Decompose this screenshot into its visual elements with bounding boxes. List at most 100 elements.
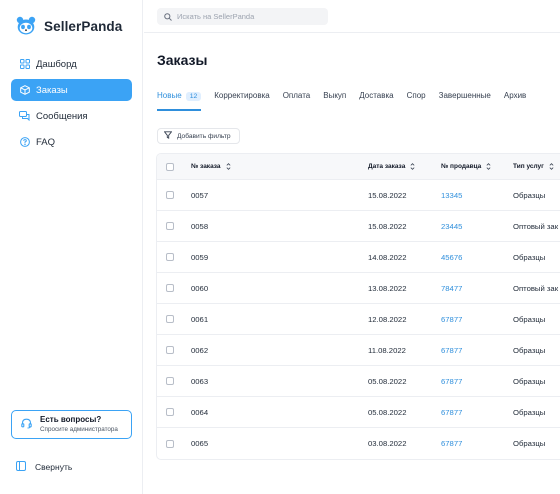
- table-row[interactable]: 0060 13.08.2022 78477 Оптовый зак: [157, 273, 560, 304]
- column-label: Дата заказа: [368, 163, 406, 170]
- table-row[interactable]: 0057 15.08.2022 13345 Образцы: [157, 180, 560, 211]
- order-date-cell: 05.08.2022: [368, 376, 407, 386]
- seller-number-link[interactable]: 67877: [441, 397, 462, 427]
- seller-number-link[interactable]: 67877: [441, 428, 462, 459]
- sidebar-item-dashboard[interactable]: Дашборд: [11, 53, 132, 75]
- help-subtitle: Спросите администратора: [40, 426, 118, 433]
- seller-number-link[interactable]: 67877: [441, 335, 462, 365]
- table-row[interactable]: 0065 03.08.2022 67877 Образцы: [157, 428, 560, 459]
- service-type-cell: Образцы: [513, 314, 546, 324]
- row-select-cell: [166, 428, 174, 459]
- search-input[interactable]: [177, 12, 317, 21]
- row-select-cell: [166, 397, 174, 427]
- order-status-tabs: Новые 12 Корректировка Оплата Выкуп Доста…: [157, 91, 560, 111]
- row-checkbox[interactable]: [166, 253, 174, 261]
- row-checkbox[interactable]: [166, 439, 174, 448]
- service-type-cell: Оптовый зак: [513, 283, 559, 293]
- headset-icon: [21, 416, 32, 434]
- column-label: Тип услуг: [513, 163, 544, 170]
- sort-icon: [549, 163, 554, 170]
- seller-number-link[interactable]: 45676: [441, 242, 462, 272]
- select-all-checkbox[interactable]: [166, 162, 174, 171]
- sort-icon: [410, 163, 415, 170]
- row-checkbox[interactable]: [166, 315, 174, 323]
- filter-icon: [163, 131, 173, 141]
- order-number-cell: 0062: [191, 345, 209, 355]
- row-checkbox[interactable]: [166, 284, 174, 292]
- filter-label: Добавить фильтр: [177, 132, 231, 140]
- row-select-cell: [166, 273, 174, 303]
- sidebar-item-label: Дашборд: [36, 58, 77, 70]
- order-number-cell: 0059: [191, 252, 209, 262]
- order-date-cell: 13.08.2022: [368, 283, 407, 293]
- row-checkbox[interactable]: [166, 222, 174, 230]
- service-type-cell: Образцы: [513, 345, 546, 355]
- tab-label: Завершенные: [438, 91, 491, 100]
- table-row[interactable]: 0059 14.08.2022 45676 Образцы: [157, 242, 560, 273]
- service-type-cell: Образцы: [513, 407, 546, 417]
- seller-number-link[interactable]: 13345: [441, 180, 462, 210]
- tab-archive[interactable]: Архив: [504, 91, 526, 111]
- table-header: № заказа Дата заказа № продавца Тип услу…: [157, 154, 560, 180]
- service-type-cell: Образцы: [513, 376, 546, 386]
- seller-number-link[interactable]: 67877: [441, 304, 462, 334]
- add-filter-button[interactable]: Добавить фильтр: [157, 128, 240, 144]
- sidebar-nav: Дашборд Заказы Сообщения FAQ: [11, 53, 132, 157]
- order-number-cell: 0057: [191, 190, 209, 200]
- sidebar-item-messages[interactable]: Сообщения: [11, 105, 132, 127]
- sidebar-item-orders[interactable]: Заказы: [11, 79, 132, 101]
- sort-icon: [226, 163, 231, 170]
- row-select-cell: [166, 180, 174, 210]
- collapse-label: Свернуть: [35, 462, 73, 472]
- search-icon: [164, 8, 172, 26]
- order-number-cell: 0061: [191, 314, 209, 324]
- tab-dispute[interactable]: Спор: [407, 91, 426, 111]
- order-date-cell: 15.08.2022: [368, 221, 407, 231]
- column-order-number[interactable]: № заказа: [191, 154, 231, 179]
- tab-delivery[interactable]: Доставка: [359, 91, 393, 111]
- tab-label: Корректировка: [214, 91, 270, 100]
- sidebar-collapse-icon: [16, 461, 26, 473]
- grid-icon: [19, 59, 30, 70]
- column-label: № продавца: [441, 163, 482, 170]
- row-checkbox[interactable]: [166, 408, 174, 416]
- tab-new[interactable]: Новые 12: [157, 91, 202, 111]
- tab-correction[interactable]: Корректировка: [214, 91, 269, 111]
- table-row[interactable]: 0063 05.08.2022 67877 Образцы: [157, 366, 560, 397]
- select-all-cell: [166, 154, 174, 179]
- sidebar: SellerPanda Дашборд Заказы Сообщения FAQ: [0, 0, 143, 494]
- service-type-cell: Образцы: [513, 190, 546, 200]
- table-row[interactable]: 0062 11.08.2022 67877 Образцы: [157, 335, 560, 366]
- row-checkbox[interactable]: [166, 346, 174, 354]
- seller-number-link[interactable]: 78477: [441, 273, 462, 303]
- box-icon: [19, 85, 30, 96]
- tab-label: Спор: [406, 91, 426, 100]
- tab-completed[interactable]: Завершенные: [439, 91, 491, 111]
- row-checkbox[interactable]: [166, 191, 174, 199]
- row-select-cell: [166, 304, 174, 334]
- seller-number-link[interactable]: 67877: [441, 366, 462, 396]
- search-box[interactable]: [157, 8, 328, 25]
- table-row[interactable]: 0058 15.08.2022 23445 Оптовый зак: [157, 211, 560, 242]
- row-select-cell: [166, 242, 174, 272]
- row-checkbox[interactable]: [166, 377, 174, 385]
- collapse-sidebar-button[interactable]: Свернуть: [16, 461, 72, 473]
- table-row[interactable]: 0061 12.08.2022 67877 Образцы: [157, 304, 560, 335]
- tab-label: Архив: [503, 91, 527, 100]
- orders-table: № заказа Дата заказа № продавца Тип услу…: [156, 153, 560, 460]
- sidebar-item-faq[interactable]: FAQ: [11, 131, 132, 153]
- sidebar-item-label: FAQ: [36, 136, 56, 148]
- seller-number-link[interactable]: 23445: [441, 211, 462, 241]
- column-order-date[interactable]: Дата заказа: [368, 154, 415, 179]
- table-row[interactable]: 0064 05.08.2022 67877 Образцы: [157, 397, 560, 428]
- order-number-cell: 0058: [191, 221, 209, 231]
- tab-payment[interactable]: Оплата: [283, 91, 311, 111]
- order-date-cell: 15.08.2022: [368, 190, 407, 200]
- tab-label: Оплата: [282, 91, 311, 100]
- column-service-type[interactable]: Тип услуг: [513, 154, 554, 179]
- column-seller-number[interactable]: № продавца: [441, 154, 491, 179]
- order-date-cell: 12.08.2022: [368, 314, 407, 324]
- app-logo[interactable]: SellerPanda: [16, 16, 122, 36]
- tab-buyout[interactable]: Выкуп: [323, 91, 346, 111]
- help-card[interactable]: Есть вопросы? Спросите администратора: [11, 410, 132, 439]
